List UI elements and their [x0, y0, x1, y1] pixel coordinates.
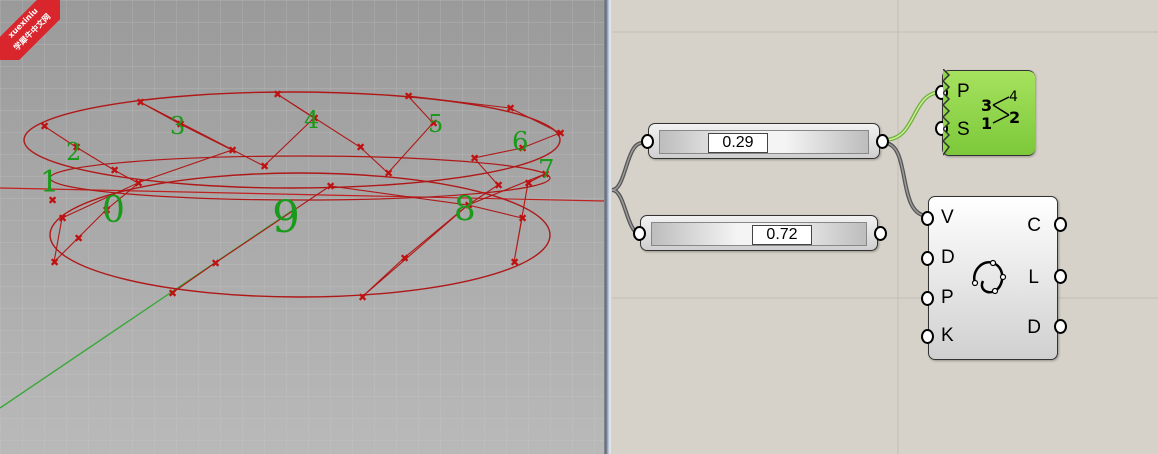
watermark-logo: xuexiniu 学犀牛中文网 [0, 0, 60, 60]
slider-b-value[interactable]: 0.72 [752, 225, 812, 245]
svg-text:✖: ✖ [260, 160, 269, 173]
svg-text:✖: ✖ [273, 88, 282, 101]
svg-text:✖: ✖ [326, 180, 335, 193]
svg-text:1: 1 [981, 114, 992, 133]
point-label-0: 0 [102, 190, 125, 231]
svg-text:✖: ✖ [50, 256, 59, 269]
curve-output-d-label: D [1027, 317, 1041, 338]
point-label-7: 7 [538, 155, 555, 185]
svg-text:2: 2 [1009, 108, 1020, 127]
svg-text:✖: ✖ [404, 90, 413, 103]
curve-input-k-grip[interactable] [921, 329, 934, 344]
svg-text:✖: ✖ [40, 120, 49, 133]
curve-input-d-grip[interactable] [921, 251, 934, 266]
svg-text:✖: ✖ [74, 232, 83, 245]
interpolate-curve-icon [971, 259, 1007, 295]
svg-text:✖: ✖ [524, 177, 533, 190]
curve-output-c-label: C [1027, 215, 1041, 236]
point-label-5: 5 [428, 110, 443, 138]
pane-splitter[interactable] [604, 0, 612, 454]
sort-zigzag-edge [943, 69, 951, 156]
curve-output-c-grip[interactable] [1054, 217, 1067, 232]
interpolate-curve-component[interactable]: V D P K C L D [921, 196, 1067, 360]
svg-text:✖: ✖ [356, 141, 365, 154]
slider-b-output-grip[interactable] [874, 226, 887, 241]
point-label-4: 4 [304, 106, 319, 134]
slider-a-value[interactable]: 0.29 [708, 133, 768, 153]
svg-text:✖: ✖ [506, 102, 515, 115]
rhino-viewport[interactable]: ✖ ✖ ✖ ✖ ✖ ✖ ✖ ✖ ✖ ✖ ✖ ✖ ✖ ✖ ✖ ✖ ✖ ✖ ✖ ✖ ✖ ✖ ✖ ✖ ✖ ✖ ✖ ✖ ✖ ✖ … [0, 0, 604, 454]
curve-output-l-grip[interactable] [1054, 269, 1067, 284]
slider-a-input-grip[interactable] [641, 134, 654, 149]
svg-text:✖: ✖ [134, 177, 143, 190]
svg-text:✖: ✖ [228, 144, 237, 157]
point-label-9: 9 [272, 192, 300, 243]
svg-text:✖: ✖ [110, 164, 119, 177]
viewport-scene: ✖✖✖ ✖✖✖ ✖✖✖ ✖✖✖ ✖✖✖ ✖✖✖ ✖✖✖ ✖✖✖ ✖✖✖ ✖✖✖ … [0, 0, 604, 454]
number-slider-a[interactable]: 0.29 [641, 123, 889, 159]
svg-text:✖: ✖ [211, 257, 220, 270]
curve-input-p-label: P [941, 287, 954, 308]
svg-text:✖: ✖ [358, 291, 367, 304]
number-slider-b[interactable]: 0.72 [633, 215, 887, 251]
sort-input-p-label: P [957, 81, 970, 102]
slider-a-output-grip[interactable] [876, 134, 889, 149]
svg-text:3: 3 [981, 96, 992, 115]
point-label-2: 2 [66, 138, 81, 166]
curve-output-l-label: L [1028, 267, 1039, 288]
svg-text:✖: ✖ [494, 179, 503, 192]
svg-text:✖: ✖ [510, 256, 519, 269]
svg-text:✖: ✖ [556, 127, 565, 140]
svg-text:✖: ✖ [58, 212, 67, 225]
svg-text:✖: ✖ [518, 212, 527, 225]
svg-text:4: 4 [1009, 89, 1018, 105]
grasshopper-canvas[interactable]: 0.29 0.72 P S 3 4 1 2 V D P K C L D [612, 0, 1158, 454]
slider-b-track[interactable]: 0.72 [651, 222, 867, 246]
slider-a-track[interactable]: 0.29 [659, 130, 869, 154]
curve-output-d-grip[interactable] [1054, 319, 1067, 334]
curve-input-d-label: D [941, 247, 955, 268]
sort-input-s-label: S [957, 119, 970, 140]
svg-text:✖: ✖ [470, 152, 479, 165]
point-label-1: 1 [40, 165, 59, 200]
curve-input-v-label: V [941, 207, 954, 228]
curve-input-v-grip[interactable] [921, 211, 934, 226]
svg-text:✖: ✖ [168, 287, 177, 300]
point-label-6: 6 [512, 127, 529, 157]
sort-list-component[interactable]: P S 3 4 1 2 [935, 69, 1035, 156]
sort-list-icon: 3 4 1 2 [981, 89, 1020, 133]
point-label-3: 3 [170, 112, 185, 140]
point-label-8: 8 [454, 189, 476, 229]
slider-b-input-grip[interactable] [633, 226, 646, 241]
svg-text:✖: ✖ [384, 167, 393, 180]
svg-text:✖: ✖ [136, 96, 145, 109]
curve-input-k-label: K [941, 325, 954, 346]
curve-input-p-grip[interactable] [921, 291, 934, 306]
svg-text:✖: ✖ [400, 252, 409, 265]
